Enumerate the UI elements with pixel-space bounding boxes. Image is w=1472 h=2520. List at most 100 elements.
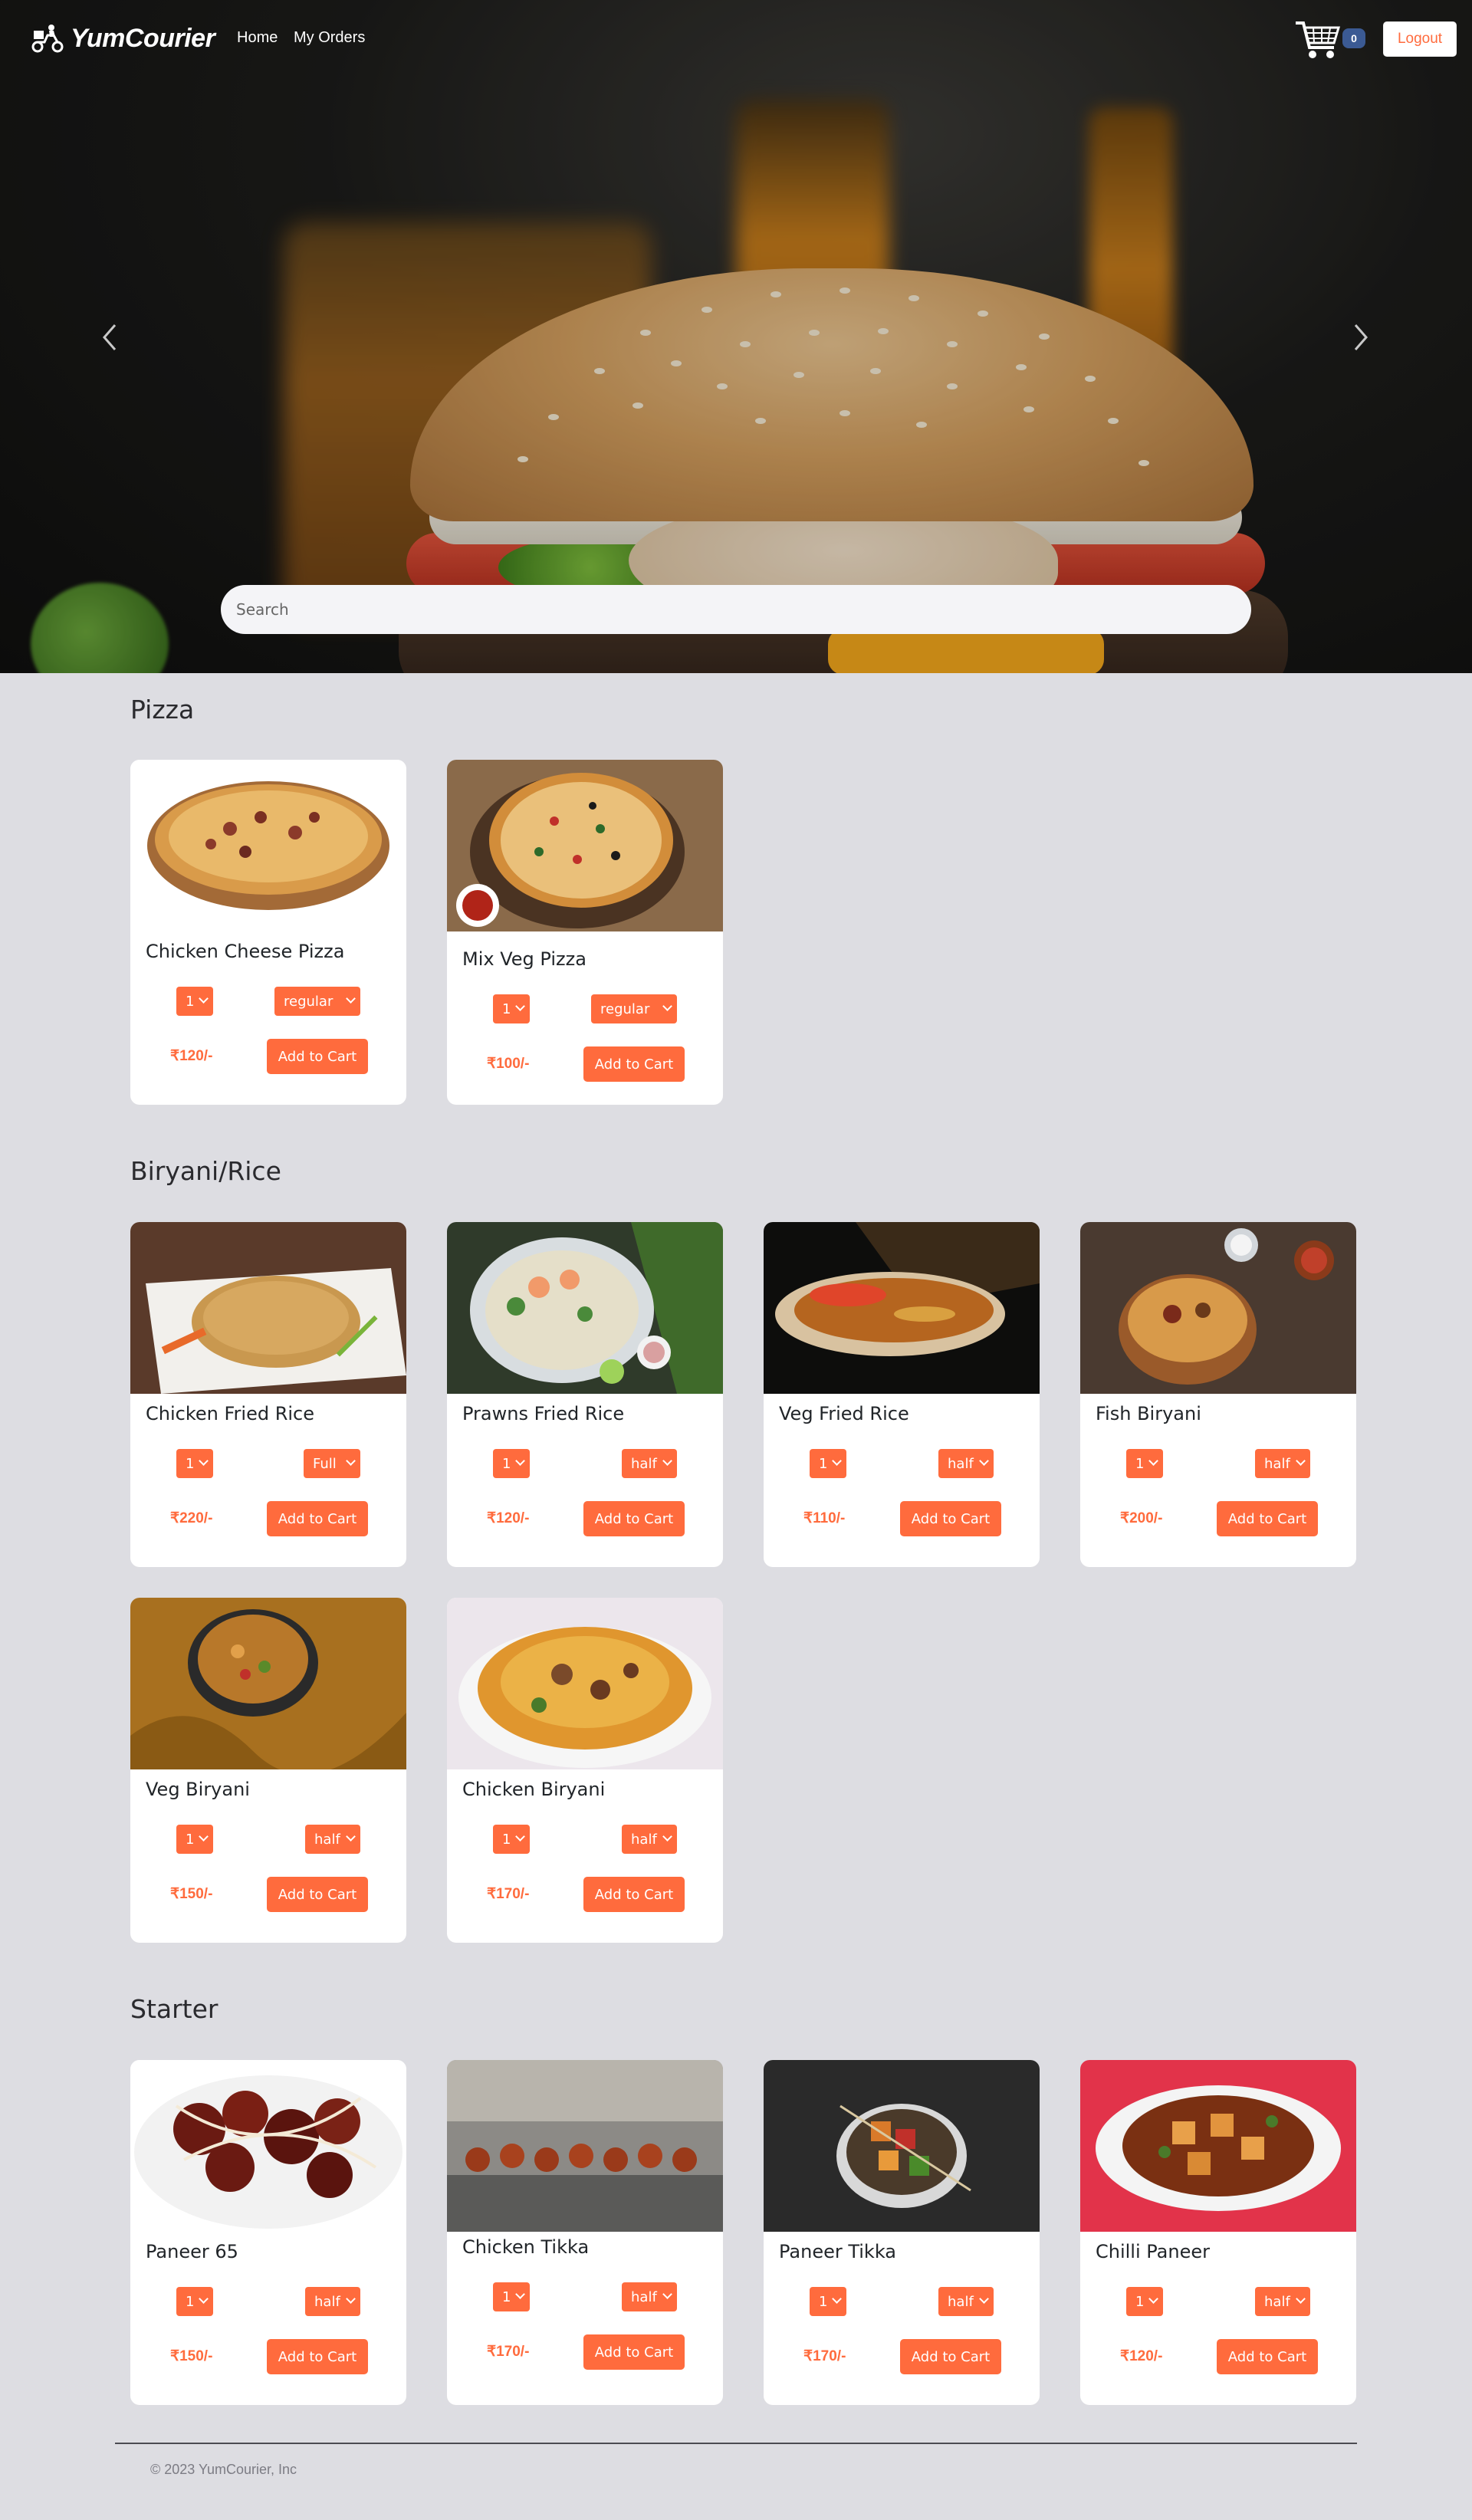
quantity-select[interactable]: 1 [1126,1449,1163,1478]
chevron-down-icon [199,1832,209,1842]
quantity-select[interactable]: 1 [176,2287,213,2316]
chevron-down-icon [346,1456,356,1466]
chevron-down-icon [346,2294,356,2304]
food-image-paneer-tikka [764,2060,1040,2232]
chevron-down-icon [1296,1456,1306,1466]
food-price: ₹150/- [170,1886,213,1902]
chevron-down-icon [346,994,356,1004]
chevron-down-icon [515,1456,525,1466]
quantity-select[interactable]: 1 [176,1825,213,1854]
quantity-select[interactable]: 1 [810,2287,846,2316]
food-card: Chicken Tikka 1 half ₹170/- Add to Cart [447,2060,723,2405]
size-select[interactable]: half [622,1449,677,1478]
chevron-down-icon [515,1832,525,1842]
food-name: Chicken Cheese Pizza [146,941,345,962]
brand-name: YumCourier [71,23,215,53]
chevron-down-icon [662,1456,672,1466]
quantity-select[interactable]: 1 [810,1449,846,1478]
size-select[interactable]: regular [591,994,677,1023]
size-select[interactable]: half [305,2287,360,2316]
size-select[interactable]: half [938,1449,994,1478]
add-to-cart-button[interactable]: Add to Cart [267,1039,368,1074]
food-image-veg-fried-rice [764,1222,1040,1394]
food-price: ₹150/- [170,2348,213,2364]
add-to-cart-button[interactable]: Add to Cart [583,1501,685,1536]
carousel-prev-icon[interactable] [95,320,126,354]
add-to-cart-button[interactable]: Add to Cart [900,1501,1001,1536]
cart-icon[interactable] [1294,18,1342,61]
add-to-cart-button[interactable]: Add to Cart [267,1501,368,1536]
section-title-pizza: Pizza [130,695,195,724]
food-card: Paneer Tikka 1 half ₹170/- Add to Cart [764,2060,1040,2405]
quantity-select[interactable]: 1 [493,994,530,1023]
size-select[interactable]: Full [304,1449,360,1478]
nav-link-my-orders[interactable]: My Orders [294,29,365,47]
chevron-down-icon [1148,2294,1158,2304]
food-card: Chicken Biryani 1 half ₹170/- Add to Car… [447,1598,723,1943]
chevron-down-icon [832,2294,842,2304]
nav-link-home[interactable]: Home [237,29,278,47]
food-image-veg-biryani [130,1598,406,1769]
quantity-select[interactable]: 1 [493,2282,530,2311]
food-price: ₹170/- [487,2344,530,2360]
add-to-cart-button[interactable]: Add to Cart [1217,1501,1318,1536]
food-name: Fish Biryani [1096,1403,1201,1424]
add-to-cart-button[interactable]: Add to Cart [583,1046,685,1082]
add-to-cart-button[interactable]: Add to Cart [583,2334,685,2370]
chevron-down-icon [979,1456,989,1466]
food-name: Mix Veg Pizza [462,948,586,970]
food-price: ₹220/- [170,1510,213,1526]
food-name: Chicken Tikka [462,2236,590,2258]
food-card: Paneer 65 1 half ₹150/- Add to Cart [130,2060,406,2405]
search-input[interactable] [221,585,1251,634]
size-select[interactable]: half [938,2287,994,2316]
size-select[interactable]: half [1255,2287,1310,2316]
size-select[interactable]: half [622,1825,677,1854]
food-image-mix-veg-pizza [447,760,723,931]
size-select[interactable]: half [1255,1449,1310,1478]
add-to-cart-button[interactable]: Add to Cart [1217,2339,1318,2374]
add-to-cart-button[interactable]: Add to Cart [900,2339,1001,2374]
food-name: Chilli Paneer [1096,2241,1210,2262]
add-to-cart-button[interactable]: Add to Cart [583,1877,685,1912]
food-price: ₹170/- [487,1886,530,1902]
chevron-down-icon [1148,1456,1158,1466]
logout-button[interactable]: Logout [1383,21,1457,57]
quantity-select[interactable]: 1 [493,1449,530,1478]
add-to-cart-button[interactable]: Add to Cart [267,2339,368,2374]
food-card: Fish Biryani 1 half ₹200/- Add to Cart [1080,1222,1356,1567]
food-image-fish-biryani [1080,1222,1356,1394]
food-price: ₹120/- [1120,2348,1163,2364]
delivery-scooter-icon [31,25,64,53]
food-image-chicken-fried-rice [130,1222,406,1394]
size-select[interactable]: regular [274,987,360,1016]
section-title-starter: Starter [130,1994,219,2024]
food-card: Prawns Fried Rice 1 half ₹120/- Add to C… [447,1222,723,1567]
hero-carousel [0,0,1472,673]
food-name: Paneer Tikka [779,2241,897,2262]
food-image-chicken-tikka [447,2060,723,2232]
quantity-select[interactable]: 1 [176,987,213,1016]
food-image-prawns-fried-rice [447,1222,723,1394]
chevron-down-icon [199,1456,209,1466]
quantity-select[interactable]: 1 [176,1449,213,1478]
chevron-down-icon [199,2294,209,2304]
quantity-select[interactable]: 1 [493,1825,530,1854]
carousel-next-icon[interactable] [1345,320,1375,354]
food-card: Mix Veg Pizza 1 regular ₹100/- Add to Ca… [447,760,723,1105]
food-name: Veg Fried Rice [779,1403,909,1424]
food-name: Chicken Fried Rice [146,1403,315,1424]
food-card: Chicken Cheese Pizza 1 regular ₹120/- Ad… [130,760,406,1105]
add-to-cart-button[interactable]: Add to Cart [267,1877,368,1912]
chevron-down-icon [662,2289,672,2299]
food-image-paneer-65 [130,2060,406,2232]
brand-logo[interactable]: YumCourier [31,23,215,54]
section-title-biryani-rice: Biryani/Rice [130,1156,281,1186]
chevron-down-icon [515,2289,525,2299]
food-name: Prawns Fried Rice [462,1403,625,1424]
food-price: ₹170/- [803,2348,846,2364]
size-select[interactable]: half [305,1825,360,1854]
size-select[interactable]: half [622,2282,677,2311]
quantity-select[interactable]: 1 [1126,2287,1163,2316]
food-price: ₹200/- [1120,1510,1163,1526]
